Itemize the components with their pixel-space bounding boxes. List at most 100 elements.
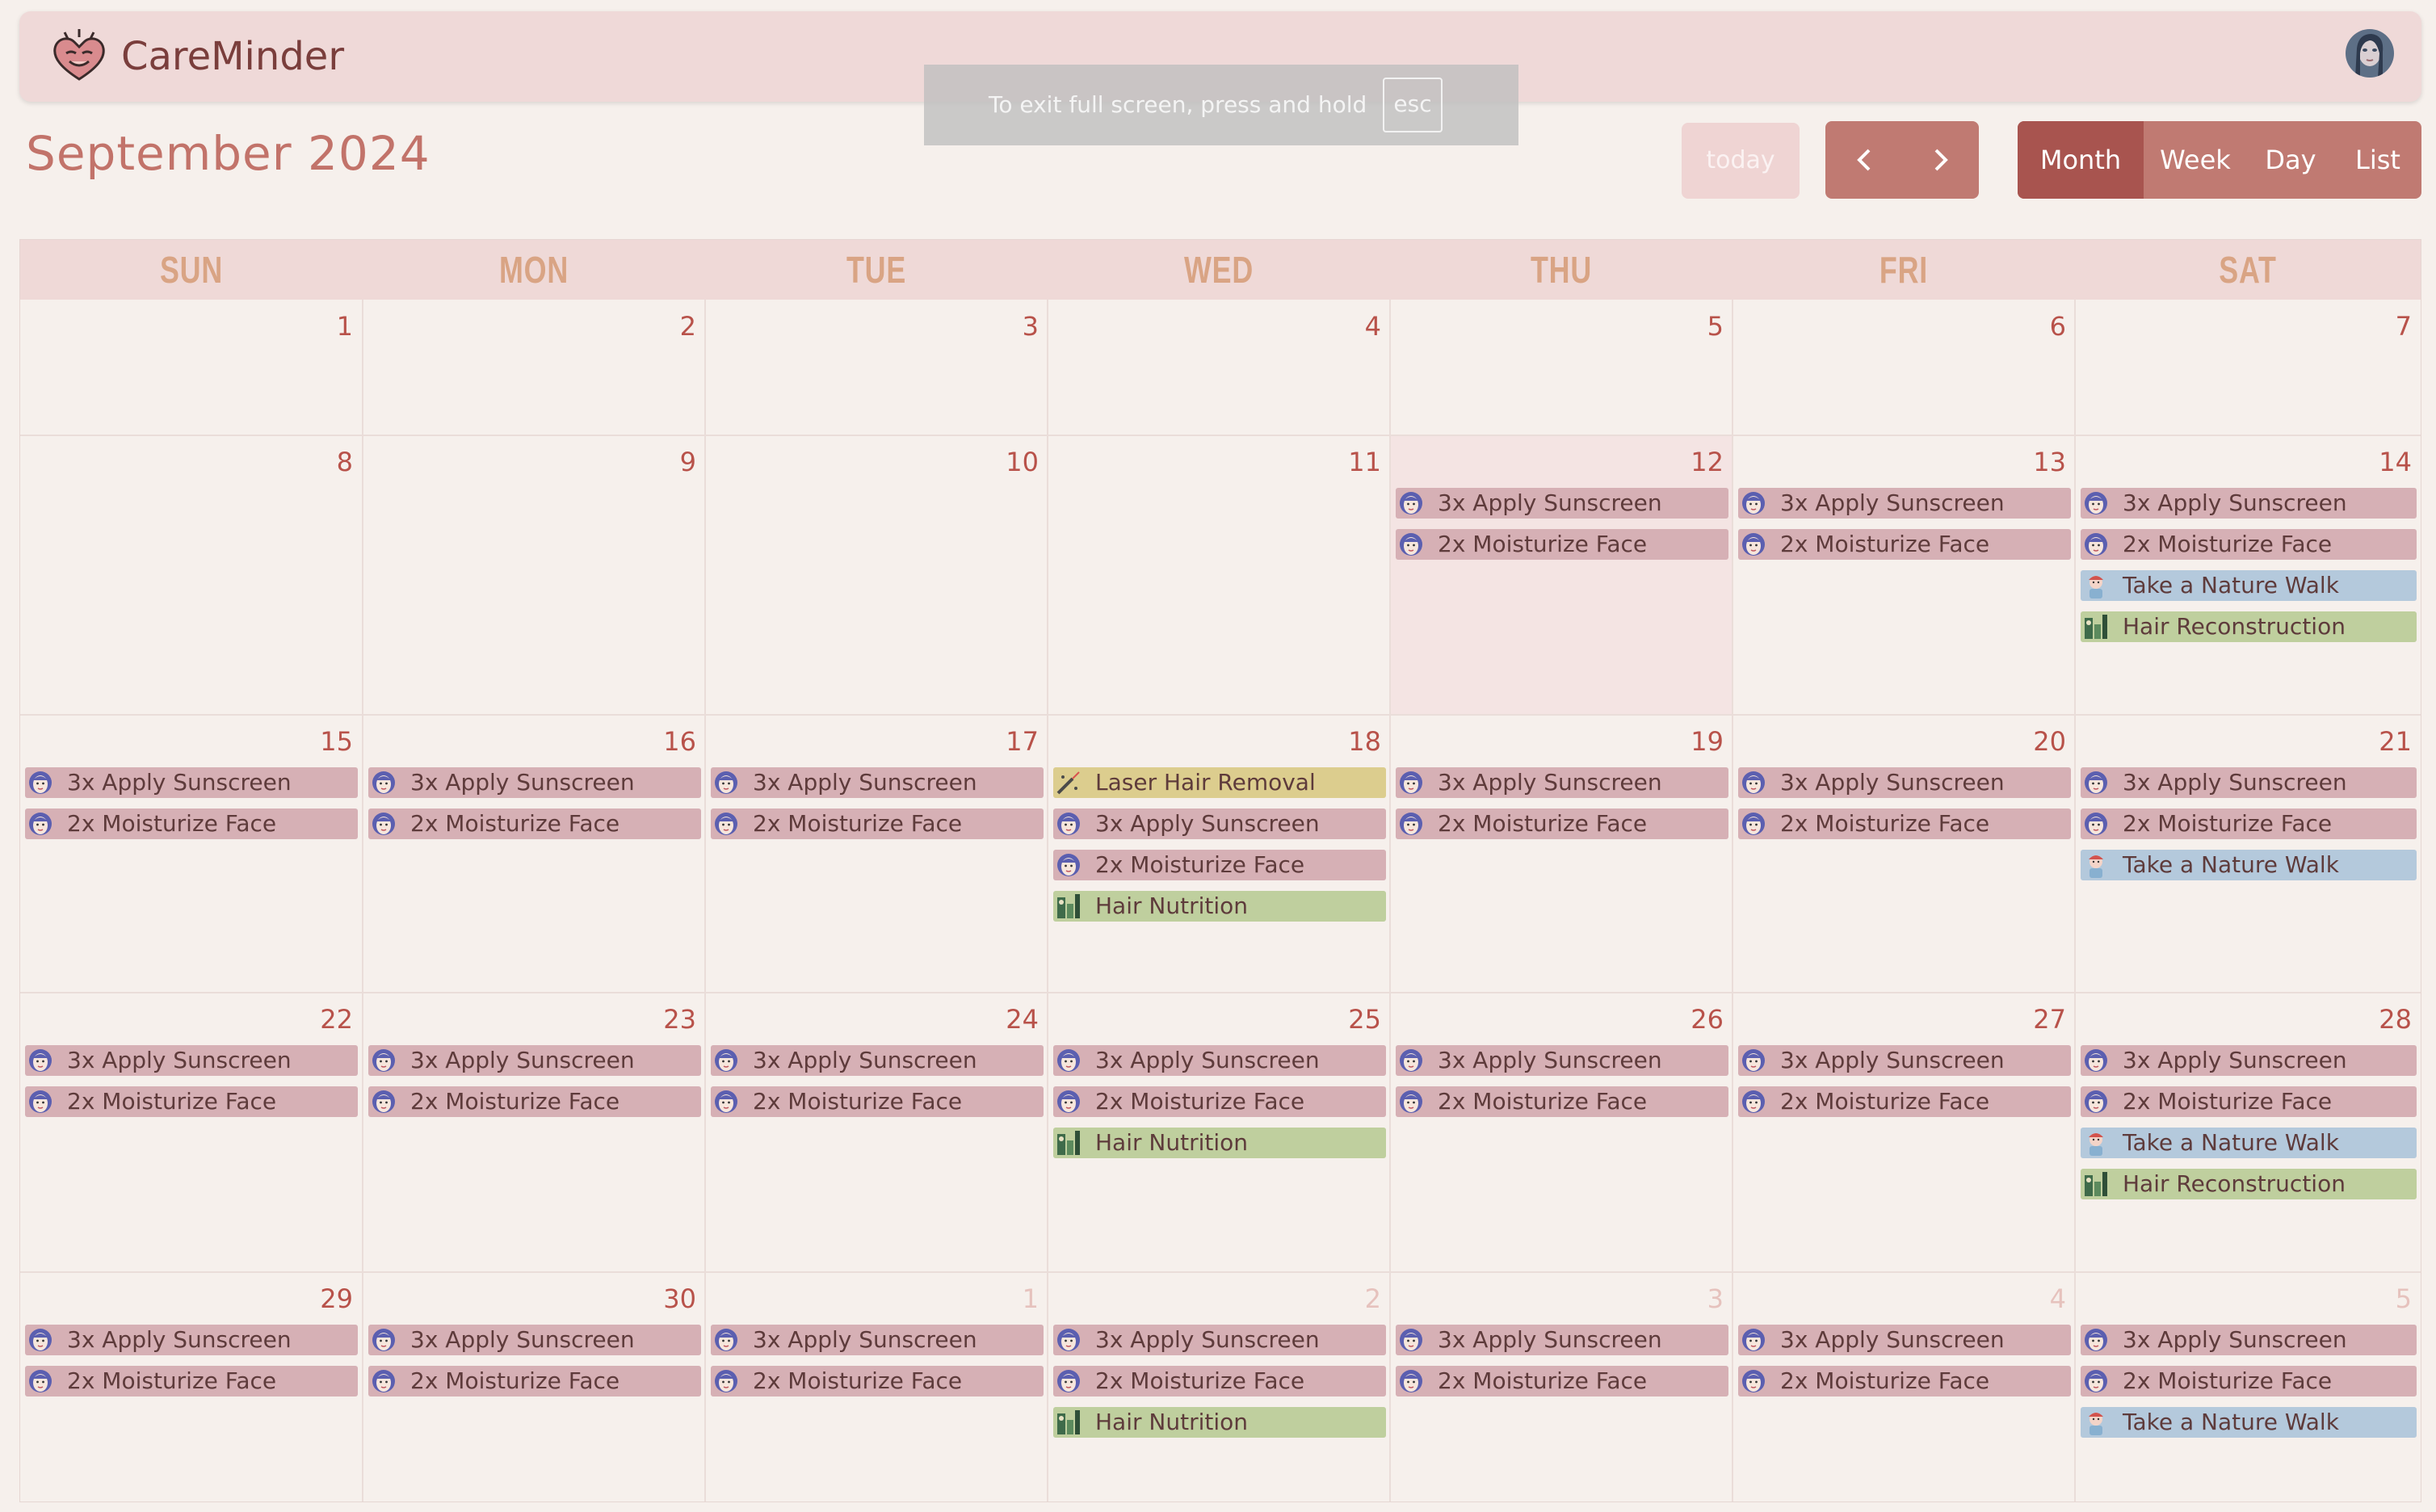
day-cell[interactable]: 15 3x Apply Sunscreen 2x Moisturize Face <box>20 716 361 992</box>
view-day-button[interactable]: Day <box>2247 121 2334 199</box>
day-number[interactable]: 1 <box>337 310 353 342</box>
day-number[interactable]: 25 <box>1348 1003 1381 1035</box>
day-number[interactable]: 20 <box>2033 725 2066 758</box>
day-number[interactable]: 1 <box>1023 1283 1039 1315</box>
day-number[interactable]: 11 <box>1348 446 1381 478</box>
calendar-event[interactable]: Hair Nutrition <box>1053 1407 1386 1438</box>
calendar-event[interactable]: Hair Reconstruction <box>2081 1169 2417 1199</box>
day-cell[interactable]: 5 3x Apply Sunscreen 2x Moisturize Face Tak… <box>2076 1273 2420 1501</box>
calendar-event[interactable]: 2x Moisturize Face <box>25 1086 358 1117</box>
calendar-event[interactable]: 3x Apply Sunscreen <box>711 767 1044 798</box>
day-cell[interactable]: 25 3x Apply Sunscreen 2x Moisturize Face Ha… <box>1048 993 1389 1271</box>
view-week-button[interactable]: Week <box>2144 121 2247 199</box>
day-cell[interactable]: 28 3x Apply Sunscreen 2x Moisturize Face Ta… <box>2076 993 2420 1271</box>
day-number[interactable]: 15 <box>320 725 353 758</box>
day-number[interactable]: 10 <box>1006 446 1039 478</box>
calendar-event[interactable]: Take a Nature Walk <box>2081 570 2417 601</box>
day-number[interactable]: 16 <box>663 725 696 758</box>
calendar-event[interactable]: Laser Hair Removal <box>1053 767 1386 798</box>
day-cell[interactable]: 12 3x Apply Sunscreen 2x Moisturize Face <box>1391 436 1732 714</box>
calendar-event[interactable]: 2x Moisturize Face <box>2081 808 2417 839</box>
day-number[interactable]: 4 <box>1365 310 1381 342</box>
calendar-event[interactable]: 3x Apply Sunscreen <box>368 1325 701 1355</box>
heart-face-logo-icon[interactable] <box>50 29 108 84</box>
day-number[interactable]: 17 <box>1006 725 1039 758</box>
calendar-event[interactable]: 2x Moisturize Face <box>2081 1366 2417 1396</box>
day-cell[interactable]: 16 3x Apply Sunscreen 2x Moisturize Face <box>363 716 704 992</box>
calendar-event[interactable]: Take a Nature Walk <box>2081 850 2417 880</box>
calendar-event[interactable]: 2x Moisturize Face <box>2081 1086 2417 1117</box>
day-cell[interactable]: 11 <box>1048 436 1389 714</box>
calendar-event[interactable]: 3x Apply Sunscreen <box>1396 488 1728 519</box>
day-cell[interactable]: 7 <box>2076 300 2420 435</box>
day-cell[interactable]: 10 <box>706 436 1047 714</box>
day-number[interactable]: 9 <box>680 446 696 478</box>
day-number[interactable]: 8 <box>337 446 353 478</box>
calendar-event[interactable]: 2x Moisturize Face <box>25 1366 358 1396</box>
calendar-event[interactable]: 3x Apply Sunscreen <box>1053 1045 1386 1076</box>
calendar-event[interactable]: 2x Moisturize Face <box>2081 529 2417 560</box>
day-number[interactable]: 14 <box>2379 446 2412 478</box>
calendar-event[interactable]: 3x Apply Sunscreen <box>25 767 358 798</box>
calendar-event[interactable]: 3x Apply Sunscreen <box>1738 1325 2071 1355</box>
calendar-event[interactable]: 2x Moisturize Face <box>1396 1086 1728 1117</box>
day-cell[interactable]: 4 <box>1048 300 1389 435</box>
day-number[interactable]: 12 <box>1690 446 1724 478</box>
calendar-event[interactable]: 3x Apply Sunscreen <box>1396 1325 1728 1355</box>
day-cell[interactable]: 17 3x Apply Sunscreen 2x Moisturize Face <box>706 716 1047 992</box>
day-cell[interactable]: 4 3x Apply Sunscreen 2x Moisturize Face <box>1733 1273 2074 1501</box>
calendar-event[interactable]: 2x Moisturize Face <box>25 808 358 839</box>
calendar-event[interactable]: 2x Moisturize Face <box>1053 850 1386 880</box>
day-number[interactable]: 30 <box>663 1283 696 1315</box>
day-number[interactable]: 13 <box>2033 446 2066 478</box>
user-avatar[interactable] <box>2346 29 2394 78</box>
view-month-button[interactable]: Month <box>2018 121 2144 199</box>
calendar-event[interactable]: Hair Nutrition <box>1053 1128 1386 1158</box>
day-cell[interactable]: 30 3x Apply Sunscreen 2x Moisturize Face <box>363 1273 704 1501</box>
day-number[interactable]: 3 <box>1023 310 1039 342</box>
day-number[interactable]: 22 <box>320 1003 353 1035</box>
calendar-event[interactable]: Hair Reconstruction <box>2081 611 2417 642</box>
calendar-event[interactable]: 3x Apply Sunscreen <box>368 767 701 798</box>
day-cell[interactable]: 21 3x Apply Sunscreen 2x Moisturize Face Ta… <box>2076 716 2420 992</box>
day-number[interactable]: 24 <box>1006 1003 1039 1035</box>
calendar-event[interactable]: 2x Moisturize Face <box>368 1366 701 1396</box>
day-cell[interactable]: 1 3x Apply Sunscreen 2x Moisturize Face <box>706 1273 1047 1501</box>
day-cell[interactable]: 2 <box>363 300 704 435</box>
day-cell[interactable]: 1 <box>20 300 361 435</box>
calendar-event[interactable]: Take a Nature Walk <box>2081 1407 2417 1438</box>
calendar-event[interactable]: 2x Moisturize Face <box>711 1366 1044 1396</box>
day-cell[interactable]: 24 3x Apply Sunscreen 2x Moisturize Face <box>706 993 1047 1271</box>
day-number[interactable]: 5 <box>2396 1283 2412 1315</box>
day-cell[interactable]: 9 <box>363 436 704 714</box>
day-cell[interactable]: 20 3x Apply Sunscreen 2x Moisturize Face <box>1733 716 2074 992</box>
day-cell[interactable]: 29 3x Apply Sunscreen 2x Moisturize Face <box>20 1273 361 1501</box>
day-cell[interactable]: 26 3x Apply Sunscreen 2x Moisturize Face <box>1391 993 1732 1271</box>
calendar-event[interactable]: 3x Apply Sunscreen <box>1738 1045 2071 1076</box>
day-cell[interactable]: 14 3x Apply Sunscreen 2x Moisturize Face Ta… <box>2076 436 2420 714</box>
calendar-event[interactable]: 2x Moisturize Face <box>368 808 701 839</box>
day-cell[interactable]: 5 <box>1391 300 1732 435</box>
calendar-event[interactable]: 3x Apply Sunscreen <box>1396 1045 1728 1076</box>
day-cell[interactable]: 6 <box>1733 300 2074 435</box>
day-number[interactable]: 2 <box>1365 1283 1381 1315</box>
calendar-event[interactable]: 2x Moisturize Face <box>1738 808 2071 839</box>
calendar-event[interactable]: 2x Moisturize Face <box>1396 1366 1728 1396</box>
view-list-button[interactable]: List <box>2334 121 2421 199</box>
day-cell[interactable]: 19 3x Apply Sunscreen 2x Moisturize Face <box>1391 716 1732 992</box>
calendar-event[interactable]: 2x Moisturize Face <box>1738 1086 2071 1117</box>
calendar-event[interactable]: 2x Moisturize Face <box>711 1086 1044 1117</box>
calendar-event[interactable]: 2x Moisturize Face <box>368 1086 701 1117</box>
calendar-event[interactable]: 3x Apply Sunscreen <box>1738 767 2071 798</box>
day-cell[interactable]: 3 <box>706 300 1047 435</box>
day-number[interactable]: 6 <box>2050 310 2066 342</box>
calendar-event[interactable]: 2x Moisturize Face <box>1396 529 1728 560</box>
calendar-event[interactable]: 2x Moisturize Face <box>1396 808 1728 839</box>
day-number[interactable]: 3 <box>1707 1283 1724 1315</box>
day-number[interactable]: 4 <box>2050 1283 2066 1315</box>
calendar-event[interactable]: 2x Moisturize Face <box>1053 1366 1386 1396</box>
day-cell[interactable]: 22 3x Apply Sunscreen 2x Moisturize Face <box>20 993 361 1271</box>
day-cell[interactable]: 13 3x Apply Sunscreen 2x Moisturize Face <box>1733 436 2074 714</box>
day-number[interactable]: 29 <box>320 1283 353 1315</box>
calendar-event[interactable]: 2x Moisturize Face <box>1738 529 2071 560</box>
